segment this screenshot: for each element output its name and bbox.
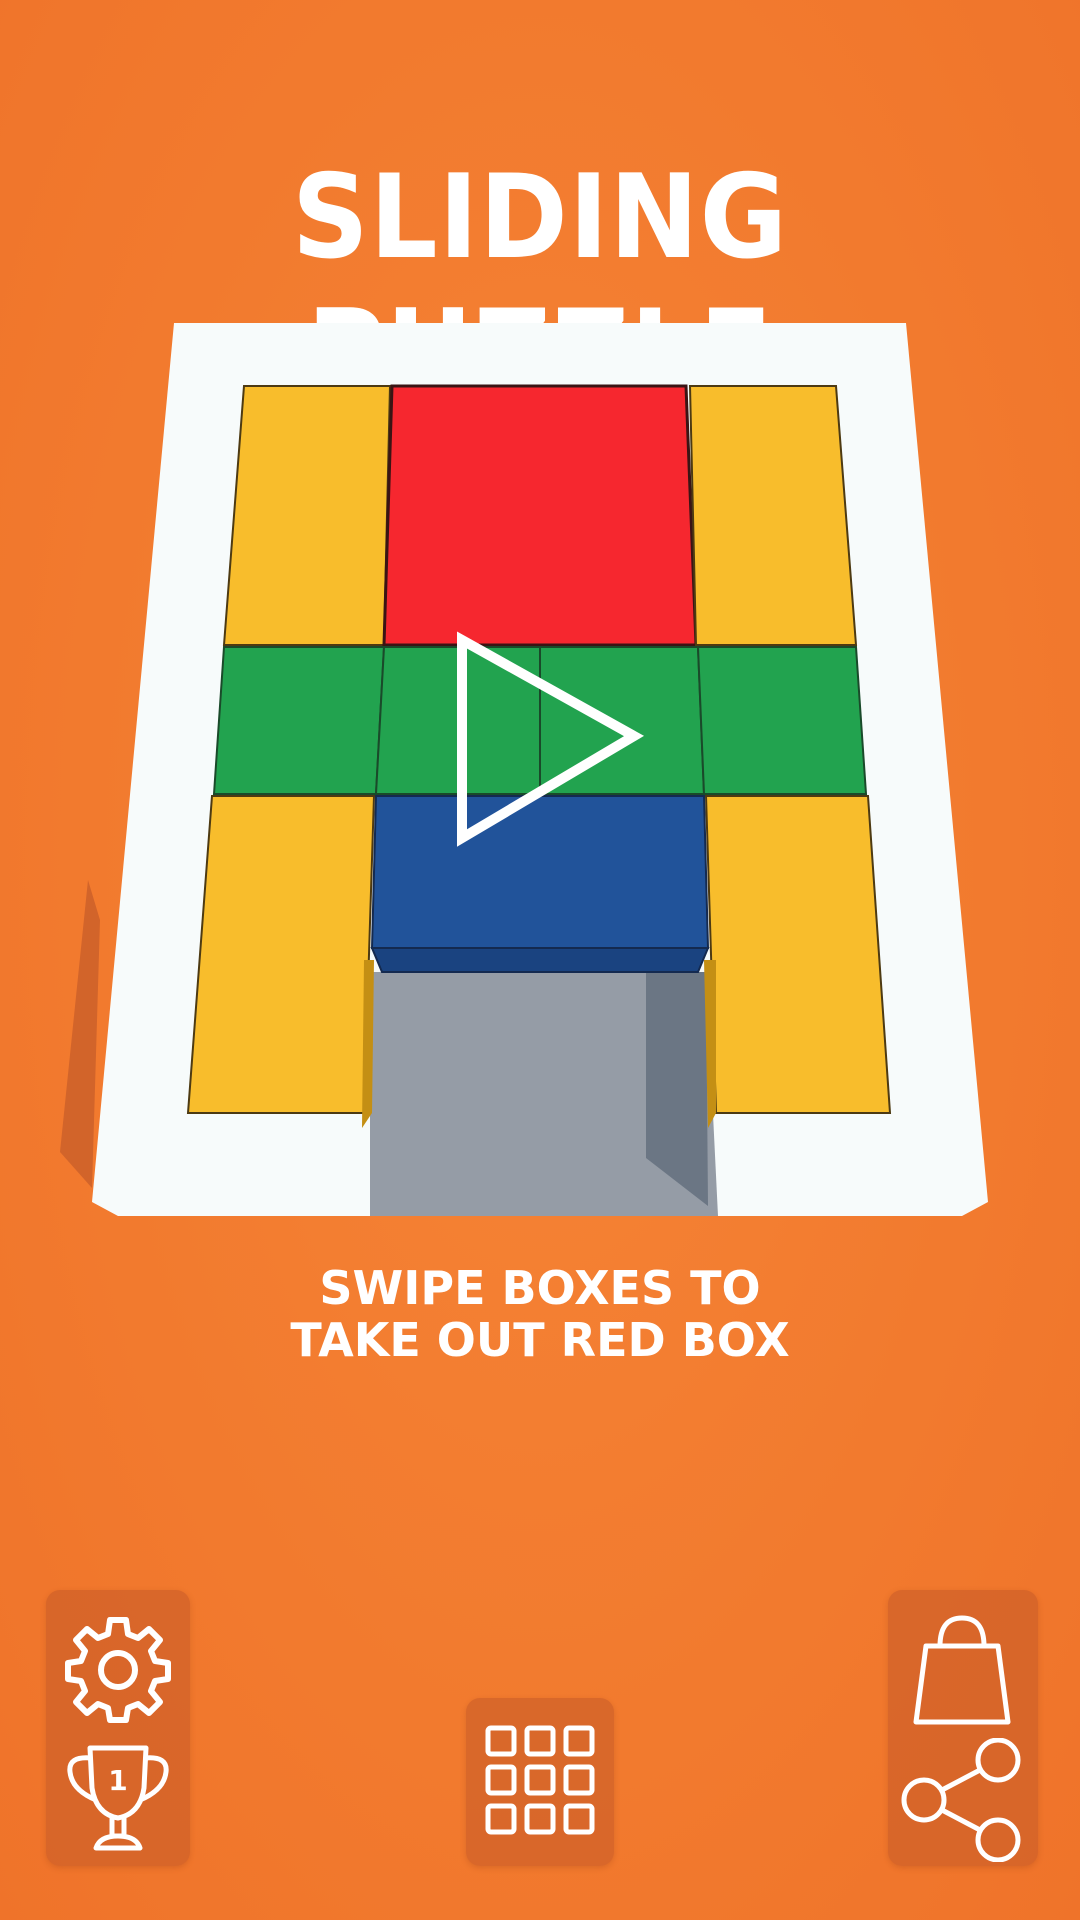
- levels-button[interactable]: [482, 1722, 598, 1838]
- instruction-text: Swipe Boxes to Take out Red Box: [0, 1262, 1080, 1366]
- right-button-panel: [888, 1590, 1038, 1866]
- yellow-block-bottom-right: [704, 795, 892, 1114]
- instruction-line-1: Swipe Boxes to: [319, 1261, 761, 1315]
- share-button[interactable]: [900, 1738, 1024, 1862]
- blue-block: [370, 795, 710, 949]
- trophy-rank: 1: [108, 1764, 127, 1797]
- share-icon: [901, 1738, 1021, 1862]
- shop-button[interactable]: [902, 1610, 1022, 1730]
- gear-icon: [65, 1617, 171, 1723]
- grid-icon: [485, 1725, 595, 1835]
- green-block-right: [696, 646, 868, 795]
- settings-button[interactable]: [60, 1612, 176, 1728]
- green-block-left: [212, 646, 386, 795]
- instruction-line-2: Take out Red Box: [290, 1313, 790, 1367]
- red-block: [382, 384, 698, 647]
- left-button-panel: 1: [46, 1590, 190, 1866]
- trophy-icon: 1: [67, 1745, 169, 1851]
- shopping-bag-icon: [913, 1615, 1011, 1725]
- board-shadow: [60, 880, 100, 1188]
- blue-block-front: [370, 947, 710, 973]
- yellow-block-top-left: [222, 385, 392, 646]
- levels-button-panel: [466, 1698, 614, 1866]
- puzzle-board-preview[interactable]: [0, 0, 1080, 1250]
- yellow-block-bottom-left: [186, 795, 376, 1114]
- yellow-block-top-right: [688, 385, 858, 646]
- leaderboard-button[interactable]: 1: [60, 1740, 176, 1856]
